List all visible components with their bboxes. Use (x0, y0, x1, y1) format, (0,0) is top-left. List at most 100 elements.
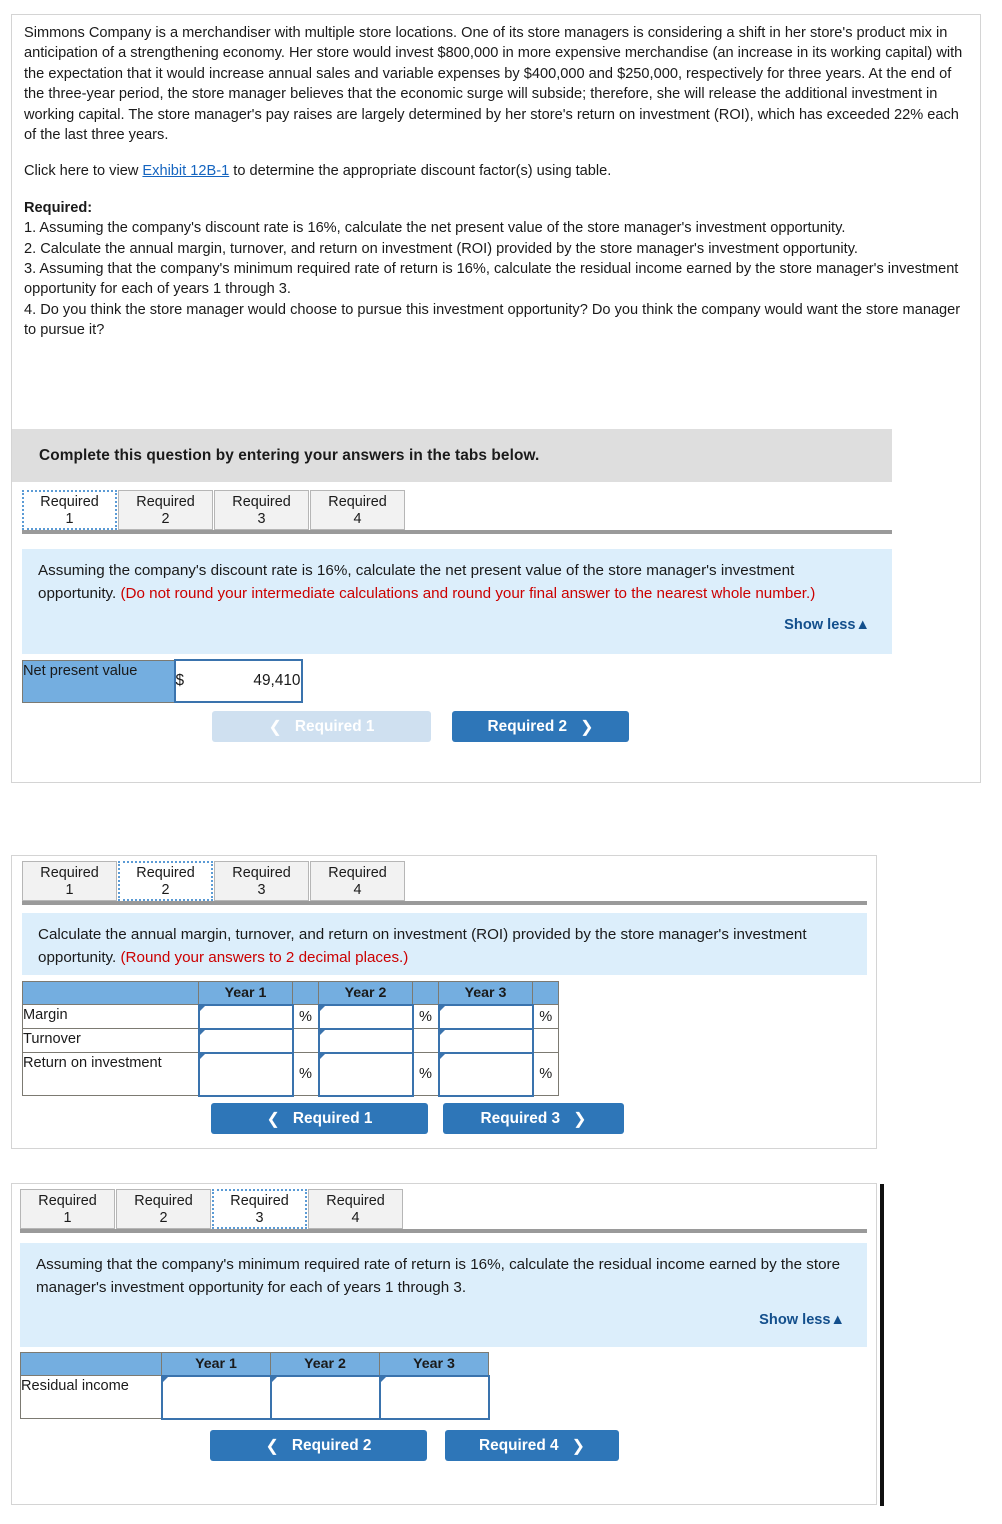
tabstrip-panel-1: Required 1 Required 2 Required 3 Require… (22, 490, 406, 530)
roi-year-3-input[interactable] (437, 1051, 534, 1097)
header-blank-unit-2 (412, 981, 439, 1005)
tabstrip-panel-3: Required 1 Required 2 Required 3 Require… (20, 1189, 404, 1229)
instruction-text-black: Assuming that the company's minimum requ… (36, 1256, 841, 1296)
tab-label: Required (40, 494, 99, 510)
tab-required-2[interactable]: Required 2 (118, 861, 213, 901)
header-year-1: Year 1 (161, 1352, 271, 1376)
row-label-net-present-value: Net present value (22, 659, 175, 703)
tabstrip-underline-3 (20, 1229, 867, 1233)
prev-required-1-button[interactable]: ❮ Required 1 (212, 711, 431, 742)
tab-label: Required (326, 1193, 385, 1209)
tab-required-3[interactable]: Required 3 (212, 1189, 307, 1229)
margin-year-2-input[interactable] (317, 1003, 414, 1030)
table-row: Net present value $ 49,410 (22, 659, 303, 703)
next-button-label: Required 4 (479, 1436, 559, 1454)
panel-3-right-edge-bar (880, 1184, 884, 1506)
tab-required-1[interactable]: Required 1 (22, 861, 117, 901)
tab-number: 4 (351, 1210, 360, 1226)
net-present-value-input[interactable]: $ 49,410 (173, 659, 303, 703)
margin-year-1-input[interactable] (197, 1003, 294, 1030)
tab-number: 2 (159, 1210, 168, 1226)
prev-button-label: Required 1 (292, 1109, 373, 1127)
header-year-3: Year 3 (438, 981, 533, 1005)
show-less-link-1[interactable]: Show less▲ (38, 614, 876, 637)
table-row: Return on investment % % % (22, 1051, 559, 1097)
tab-number: 2 (161, 511, 170, 527)
nav-buttons-panel-1: ❮ Required 1 Required 2 ❯ (212, 711, 629, 742)
margin-year-3-input[interactable] (437, 1003, 534, 1030)
net-present-value-amount: 49,410 (253, 672, 301, 689)
instruction-panel-3: Assuming that the company's minimum requ… (20, 1243, 867, 1347)
required-item-2: 2. Calculate the annual margin, turnover… (24, 240, 858, 257)
turnover-year-2-input[interactable] (317, 1027, 414, 1054)
roi-year-1-unit: % (292, 1052, 319, 1096)
tab-required-4[interactable]: Required 4 (308, 1189, 403, 1229)
next-button-label: Required 3 (480, 1109, 561, 1127)
tab-required-3[interactable]: Required 3 (214, 490, 309, 530)
tab-label: Required (232, 865, 291, 881)
tab-label: Required (38, 1193, 97, 1209)
tab-required-2[interactable]: Required 2 (118, 490, 213, 530)
next-required-2-button[interactable]: Required 2 ❯ (452, 711, 629, 742)
tab-required-3[interactable]: Required 3 (214, 861, 309, 901)
margin-year-2-unit: % (412, 1004, 439, 1029)
residual-income-year-2-input[interactable] (269, 1374, 381, 1420)
residual-income-answer-table: Year 1 Year 2 Year 3 Residual income (20, 1352, 490, 1420)
chevron-left-icon: ❮ (268, 718, 282, 736)
tab-number: 2 (161, 882, 170, 898)
tab-required-2[interactable]: Required 2 (116, 1189, 211, 1229)
prev-required-1-button[interactable]: ❮ Required 1 (211, 1103, 428, 1134)
row-label-residual-income: Residual income (20, 1375, 162, 1419)
instruction-text-red: (Do not round your intermediate calculat… (120, 584, 816, 602)
roi-year-3-unit: % (532, 1052, 559, 1096)
chevron-right-icon: ❯ (580, 718, 594, 736)
problem-paragraph: Simmons Company is a merchandiser with m… (24, 25, 963, 144)
tab-required-1[interactable]: Required 1 (20, 1189, 115, 1229)
banner-text: Complete this question by entering your … (39, 446, 540, 464)
tab-required-4[interactable]: Required 4 (310, 861, 405, 901)
tab-number: 1 (65, 511, 74, 527)
header-year-3: Year 3 (379, 1352, 489, 1376)
header-year-2: Year 2 (318, 981, 413, 1005)
chevron-left-icon: ❮ (265, 1437, 279, 1455)
roi-answer-table: Year 1 Year 2 Year 3 Margin % % % Turnov… (22, 981, 559, 1097)
tab-label: Required (134, 1193, 193, 1209)
tab-label: Required (230, 1193, 289, 1209)
problem-statement: Simmons Company is a merchandiser with m… (12, 15, 980, 341)
complete-question-banner: Complete this question by entering your … (12, 429, 892, 482)
show-less-link-3[interactable]: Show less▲ (36, 1309, 851, 1332)
margin-year-1-unit: % (292, 1004, 319, 1029)
table-header-row: Year 1 Year 2 Year 3 (22, 981, 559, 1005)
table-row: Residual income (20, 1374, 490, 1420)
row-label-margin: Margin (22, 1004, 199, 1029)
turnover-year-3-unit (532, 1028, 559, 1053)
turnover-year-1-input[interactable] (197, 1027, 294, 1054)
tabstrip-panel-2: Required 1 Required 2 Required 3 Require… (22, 861, 406, 901)
next-button-label: Required 2 (487, 717, 568, 735)
header-blank-unit-1 (292, 981, 319, 1005)
npv-answer-table: Net present value $ 49,410 (22, 659, 303, 703)
tab-required-1[interactable]: Required 1 (22, 490, 117, 530)
roi-year-2-input[interactable] (317, 1051, 414, 1097)
tab-number: 4 (353, 511, 362, 527)
required-block: Required: 1. Assuming the company's disc… (24, 198, 966, 341)
next-required-4-button[interactable]: Required 4 ❯ (445, 1430, 619, 1461)
turnover-year-3-input[interactable] (437, 1027, 534, 1054)
tab-number: 4 (353, 882, 362, 898)
prev-required-2-button[interactable]: ❮ Required 2 (210, 1430, 427, 1461)
next-required-3-button[interactable]: Required 3 ❯ (443, 1103, 624, 1134)
tab-required-4[interactable]: Required 4 (310, 490, 405, 530)
header-blank-unit-3 (532, 981, 559, 1005)
roi-year-2-unit: % (412, 1052, 439, 1096)
tab-label: Required (232, 494, 291, 510)
exhibit-12b-1-link[interactable]: Exhibit 12B-1 (142, 163, 229, 179)
chevron-left-icon: ❮ (266, 1110, 280, 1128)
residual-income-year-3-input[interactable] (378, 1374, 490, 1420)
roi-year-1-input[interactable] (197, 1051, 294, 1097)
tab-label: Required (328, 494, 387, 510)
currency-symbol: $ (175, 672, 185, 689)
residual-income-year-1-input[interactable] (160, 1374, 272, 1420)
tabstrip-underline-2 (22, 901, 867, 905)
tabstrip-underline-1 (22, 530, 892, 534)
instruction-text-red: (Round your answers to 2 decimal places.… (120, 948, 409, 966)
